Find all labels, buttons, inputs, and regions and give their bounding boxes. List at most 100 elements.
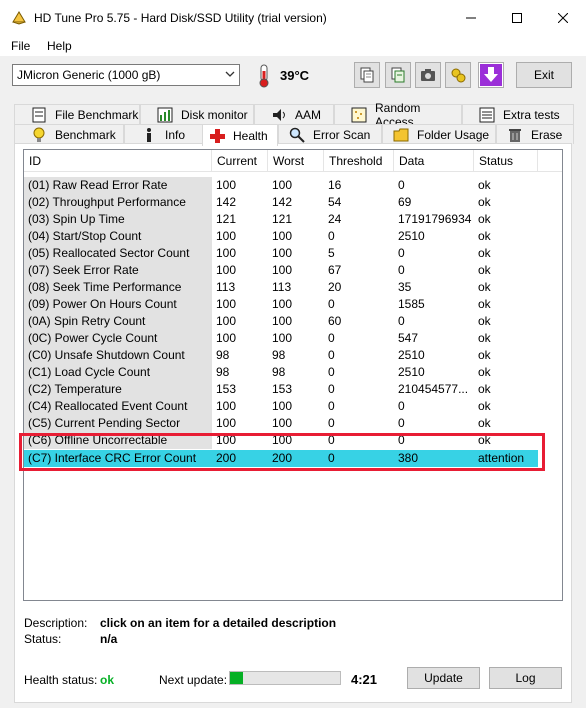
- cell-worst: 98: [272, 365, 286, 379]
- cell-threshold: 0: [328, 365, 335, 379]
- cell-status: ok: [478, 297, 491, 311]
- tab-info-label: Info: [165, 127, 186, 142]
- cell-status: ok: [478, 246, 491, 260]
- tab-random-access[interactable]: Random Access: [334, 101, 462, 129]
- magnifier-icon: [289, 127, 305, 143]
- screenshot-button[interactable]: [415, 62, 441, 88]
- menu-help[interactable]: Help: [47, 39, 72, 53]
- column-header-worst[interactable]: Worst: [268, 150, 324, 172]
- minimize-button[interactable]: [448, 0, 494, 36]
- menu-file[interactable]: File: [11, 39, 30, 53]
- info-icon: [141, 127, 157, 143]
- tab-health[interactable]: Health: [202, 124, 278, 146]
- status-label: Status:: [24, 632, 62, 646]
- list-header: ID Current Worst Threshold Data Status: [24, 150, 562, 172]
- cell-current: 100: [216, 399, 237, 413]
- cell-status: ok: [478, 195, 491, 209]
- table-row[interactable]: (C6) Offline Uncorrectable 100 100 0 0 ok: [24, 432, 562, 449]
- column-header-status[interactable]: Status: [474, 150, 538, 172]
- cell-worst: 100: [272, 229, 293, 243]
- close-button[interactable]: [540, 0, 586, 36]
- cell-id: (04) Start/Stop Count: [24, 228, 212, 245]
- tab-benchmark-label: Benchmark: [55, 127, 116, 142]
- drive-select[interactable]: JMicron Generic (1000 gB): [12, 64, 240, 86]
- table-row[interactable]: (C4) Reallocated Event Count 100 100 0 0 ok: [24, 398, 562, 415]
- column-header-current[interactable]: Current: [212, 150, 268, 172]
- table-row[interactable]: (C5) Current Pending Sector 100 100 0 0 ok: [24, 415, 562, 432]
- chevron-down-icon: [225, 71, 235, 77]
- cell-data: 547: [398, 331, 419, 345]
- download-arrow-icon: [480, 64, 502, 86]
- cell-threshold: 0: [328, 297, 335, 311]
- cell-threshold: 0: [328, 229, 335, 243]
- table-row[interactable]: (01) Raw Read Error Rate 100 100 16 0 ok: [24, 177, 562, 194]
- cell-threshold: 60: [328, 314, 342, 328]
- copy-icon: [360, 67, 374, 83]
- tab-erase[interactable]: Erase: [496, 124, 574, 144]
- tab-info[interactable]: Info: [124, 124, 204, 144]
- cell-threshold: 24: [328, 212, 342, 226]
- cell-id: (C4) Reallocated Event Count: [24, 398, 212, 415]
- tab-folder-usage[interactable]: Folder Usage: [382, 124, 496, 144]
- exit-button[interactable]: Exit: [516, 62, 572, 88]
- cell-id: (C7) Interface CRC Error Count: [24, 450, 212, 467]
- cell-status: ok: [478, 263, 491, 277]
- table-row[interactable]: (09) Power On Hours Count 100 100 0 1585 ok: [24, 296, 562, 313]
- table-row[interactable]: (04) Start/Stop Count 100 100 0 2510 ok: [24, 228, 562, 245]
- table-row[interactable]: (0C) Power Cycle Count 100 100 0 547 ok: [24, 330, 562, 347]
- file-benchmark-icon: [31, 107, 47, 123]
- table-row[interactable]: (C7) Interface CRC Error Count 200 200 0 380…: [24, 450, 538, 467]
- update-button[interactable]: Update: [407, 667, 480, 689]
- tab-extra-tests[interactable]: Extra tests: [462, 104, 574, 124]
- next-update-label: Next update:: [159, 673, 228, 687]
- cell-status: ok: [478, 229, 491, 243]
- column-header-id[interactable]: ID: [24, 150, 212, 172]
- table-row[interactable]: (0A) Spin Retry Count 100 100 60 0 ok: [24, 313, 562, 330]
- tab-benchmark[interactable]: Benchmark: [14, 124, 124, 144]
- table-row[interactable]: (C2) Temperature 153 153 0 210454577... ok: [24, 381, 562, 398]
- column-header-data[interactable]: Data: [394, 150, 474, 172]
- tab-erase-label: Erase: [531, 127, 563, 142]
- cell-status: ok: [478, 212, 491, 226]
- copy-info-button[interactable]: [385, 62, 411, 88]
- cell-data: 0: [398, 399, 405, 413]
- table-row[interactable]: (03) Spin Up Time 121 121 24 17191796934 ok: [24, 211, 562, 228]
- cell-data: 1585: [398, 297, 425, 311]
- exit-button-label: Exit: [533, 68, 554, 82]
- table-row[interactable]: (C1) Load Cycle Count 98 98 0 2510 ok: [24, 364, 562, 381]
- menu-bar: File Help: [0, 36, 586, 56]
- cell-current: 113: [216, 280, 236, 294]
- cell-worst: 100: [272, 416, 293, 430]
- table-row[interactable]: (C0) Unsafe Shutdown Count 98 98 0 2510 ok: [24, 347, 562, 364]
- options-icon: [451, 68, 466, 83]
- title-bar: HD Tune Pro 5.75 - Hard Disk/SSD Utility…: [0, 0, 586, 36]
- tab-file-benchmark[interactable]: File Benchmark: [14, 104, 140, 124]
- table-row[interactable]: (08) Seek Time Performance 113 113 20 35 ok: [24, 279, 562, 296]
- cell-threshold: 0: [328, 348, 335, 362]
- cell-id: (0C) Power Cycle Count: [24, 330, 212, 347]
- tab-extra-tests-label: Extra tests: [503, 107, 560, 122]
- smart-attributes-list[interactable]: ID Current Worst Threshold Data Status (…: [23, 149, 563, 601]
- cell-worst: 121: [272, 212, 293, 226]
- tab-error-scan[interactable]: Error Scan: [278, 124, 382, 144]
- table-row[interactable]: (02) Throughput Performance 142 142 54 69 ok: [24, 194, 562, 211]
- health-cross-icon: [209, 128, 225, 144]
- cell-status: ok: [478, 365, 491, 379]
- save-button[interactable]: [478, 62, 504, 88]
- tab-aam[interactable]: AAM: [254, 104, 334, 124]
- maximize-button[interactable]: [494, 0, 540, 36]
- cell-data: 0: [398, 178, 405, 192]
- tab-disk-monitor[interactable]: Disk monitor: [140, 104, 254, 124]
- column-header-threshold[interactable]: Threshold: [324, 150, 394, 172]
- cell-threshold: 0: [328, 433, 335, 447]
- copy-button[interactable]: [354, 62, 380, 88]
- table-row[interactable]: (07) Seek Error Rate 100 100 67 0 ok: [24, 262, 562, 279]
- next-update-progress-fill: [230, 672, 244, 684]
- cell-current: 100: [216, 433, 237, 447]
- table-row[interactable]: (05) Reallocated Sector Count 100 100 5 0 ok: [24, 245, 562, 262]
- cell-threshold: 0: [328, 451, 335, 465]
- copy-info-icon: [391, 67, 405, 83]
- log-button[interactable]: Log: [489, 667, 562, 689]
- options-button[interactable]: [445, 62, 471, 88]
- cell-id: (C6) Offline Uncorrectable: [24, 432, 212, 449]
